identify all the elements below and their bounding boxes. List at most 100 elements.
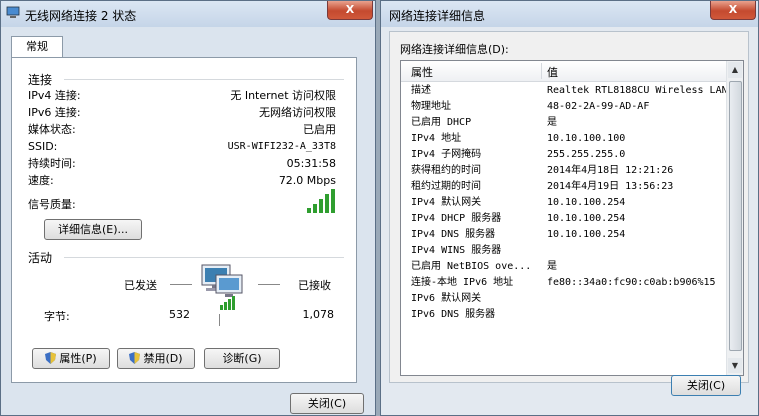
- property-cell: 已启用 DHCP: [411, 117, 472, 128]
- status-dialog: 无线网络连接 2 状态 X 常规 连接 IPv4 连接: 无 Internet …: [0, 0, 376, 416]
- ipv6-connectivity-label: IPv6 连接:: [28, 106, 81, 119]
- list-item[interactable]: 已启用 NetBIOS ove... 是: [401, 259, 728, 275]
- speed-value: 72.0 Mbps: [278, 174, 336, 187]
- value-cell: 48-02-2A-99-AD-AF: [547, 101, 650, 112]
- list-item[interactable]: 物理地址 48-02-2A-99-AD-AF: [401, 99, 728, 115]
- property-cell: IPv4 地址: [411, 133, 462, 144]
- value-cell: 是: [547, 261, 557, 272]
- column-divider[interactable]: [541, 63, 542, 79]
- general-panel: 连接 IPv4 连接: 无 Internet 访问权限 IPv6 连接: 无网络…: [11, 57, 357, 383]
- value-cell: 10.10.100.254: [547, 229, 626, 240]
- network-computers-icon: [201, 264, 243, 310]
- status-dialog-titlebar[interactable]: 无线网络连接 2 状态: [1, 1, 375, 27]
- scroll-up-icon[interactable]: ▲: [728, 62, 742, 78]
- media-state-label: 媒体状态:: [28, 123, 76, 136]
- ssid-label: SSID:: [28, 140, 58, 153]
- list-item[interactable]: IPv6 默认网关: [401, 291, 728, 307]
- received-line: [258, 284, 280, 285]
- details-dialog: 网络连接详细信息 X 网络连接详细信息(D): 属性 值 描述 Realtek R…: [380, 0, 759, 416]
- ssid-value: USR-WIFI232-A_33T8: [227, 141, 336, 152]
- bytes-received-value: 1,078: [302, 308, 335, 321]
- list-item[interactable]: IPv4 默认网关 10.10.100.254: [401, 195, 728, 211]
- sent-label: 已发送: [124, 279, 157, 292]
- details-list[interactable]: 属性 值 描述 Realtek RTL8188CU Wireless LAN 物理…: [400, 60, 744, 376]
- tab-general[interactable]: 常规: [11, 36, 63, 58]
- property-cell: IPv4 DNS 服务器: [411, 229, 496, 240]
- status-dialog-title: 无线网络连接 2 状态: [25, 9, 137, 23]
- uac-shield-icon: [129, 352, 141, 364]
- tab-general-label: 常规: [26, 40, 48, 53]
- network-icon: [6, 6, 20, 18]
- list-item[interactable]: 获得租约的时间 2014年4月18日 12:21:26: [401, 163, 728, 179]
- column-header-value[interactable]: 值: [547, 64, 558, 80]
- property-cell: 获得租约的时间: [411, 165, 481, 176]
- property-cell: IPv6 默认网关: [411, 293, 482, 304]
- uac-shield-icon: [45, 352, 57, 364]
- close-icon[interactable]: X: [327, 1, 373, 20]
- scrollbar-thumb[interactable]: [729, 81, 742, 351]
- property-cell: IPv4 默认网关: [411, 197, 482, 208]
- properties-button[interactable]: 属性(P): [32, 348, 110, 369]
- details-dialog-title: 网络连接详细信息: [389, 9, 486, 23]
- signal-strength-icon: [307, 189, 335, 213]
- value-cell: 255.255.255.0: [547, 149, 626, 160]
- list-item[interactable]: 描述 Realtek RTL8188CU Wireless LAN: [401, 83, 728, 99]
- duration-value: 05:31:58: [286, 157, 336, 170]
- list-item[interactable]: 租约过期的时间 2014年4月19日 13:56:23: [401, 179, 728, 195]
- list-item[interactable]: IPv4 DNS 服务器 10.10.100.254: [401, 227, 728, 243]
- close-button[interactable]: 关闭(C): [671, 375, 741, 396]
- ipv6-connectivity-row: IPv6 连接: 无网络访问权限: [12, 105, 352, 121]
- duration-row: 持续时间: 05:31:58: [12, 156, 352, 172]
- speed-row: 速度: 72.0 Mbps: [12, 173, 352, 189]
- media-state-row: 媒体状态: 已启用: [12, 122, 352, 138]
- value-cell: fe80::34a0:fc90:c0ab:b906%15: [547, 277, 716, 288]
- property-cell: IPv4 WINS 服务器: [411, 245, 502, 256]
- disable-button-label: 禁用(D): [143, 352, 183, 365]
- value-cell: 2014年4月18日 12:21:26: [547, 165, 674, 176]
- duration-label: 持续时间:: [28, 157, 76, 170]
- value-cell: 10.10.100.100: [547, 133, 626, 144]
- value-cell: 2014年4月19日 13:56:23: [547, 181, 674, 192]
- bytes-divider: [219, 314, 220, 326]
- sent-line: [170, 284, 192, 285]
- divider: [64, 79, 344, 80]
- list-item[interactable]: 连接-本地 IPv6 地址 fe80::34a0:fc90:c0ab:b906%1…: [401, 275, 728, 291]
- list-item[interactable]: IPv4 WINS 服务器: [401, 243, 728, 259]
- disable-button[interactable]: 禁用(D): [117, 348, 195, 369]
- signal-quality-label: 信号质量:: [28, 198, 76, 211]
- property-cell: IPv4 子网掩码: [411, 149, 482, 160]
- column-header-property[interactable]: 属性: [411, 64, 433, 80]
- ipv4-connectivity-value: 无 Internet 访问权限: [230, 89, 336, 102]
- vertical-scrollbar[interactable]: ▲ ▼: [726, 61, 743, 375]
- divider: [64, 257, 344, 258]
- details-list-rows: 描述 Realtek RTL8188CU Wireless LAN 物理地址 48-…: [401, 83, 728, 373]
- property-cell: 连接-本地 IPv6 地址: [411, 277, 514, 288]
- details-dialog-titlebar[interactable]: 网络连接详细信息: [381, 1, 758, 27]
- value-cell: Realtek RTL8188CU Wireless LAN: [547, 85, 728, 96]
- scroll-down-icon[interactable]: ▼: [728, 358, 742, 374]
- ssid-row: SSID: USR-WIFI232-A_33T8: [12, 139, 352, 155]
- speed-label: 速度:: [28, 174, 54, 187]
- list-item[interactable]: IPv6 DNS 服务器: [401, 307, 728, 323]
- activity-heading: 活动: [28, 251, 53, 265]
- list-item[interactable]: IPv4 地址 10.10.100.100: [401, 131, 728, 147]
- close-icon[interactable]: X: [710, 1, 756, 20]
- diagnose-button[interactable]: 诊断(G): [204, 348, 280, 369]
- ipv6-connectivity-value: 无网络访问权限: [259, 106, 336, 119]
- ipv4-connectivity-label: IPv4 连接:: [28, 89, 81, 102]
- details-content: 网络连接详细信息(D): 属性 值 描述 Realtek RTL8188CU Wi…: [389, 31, 749, 383]
- details-list-header: 属性 值: [401, 61, 728, 82]
- details-button[interactable]: 详细信息(E)...: [44, 219, 142, 240]
- list-item[interactable]: IPv4 DHCP 服务器 10.10.100.254: [401, 211, 728, 227]
- close-button[interactable]: 关闭(C): [290, 393, 364, 414]
- property-cell: 物理地址: [411, 101, 451, 112]
- list-item[interactable]: 已启用 DHCP 是: [401, 115, 728, 131]
- media-state-value: 已启用: [303, 123, 336, 136]
- property-cell: IPv6 DNS 服务器: [411, 309, 496, 320]
- properties-button-label: 属性(P): [59, 352, 97, 365]
- connection-heading: 连接: [28, 73, 53, 87]
- value-cell: 10.10.100.254: [547, 197, 626, 208]
- details-list-label: 网络连接详细信息(D):: [400, 43, 509, 56]
- property-cell: 已启用 NetBIOS ove...: [411, 261, 532, 272]
- list-item[interactable]: IPv4 子网掩码 255.255.255.0: [401, 147, 728, 163]
